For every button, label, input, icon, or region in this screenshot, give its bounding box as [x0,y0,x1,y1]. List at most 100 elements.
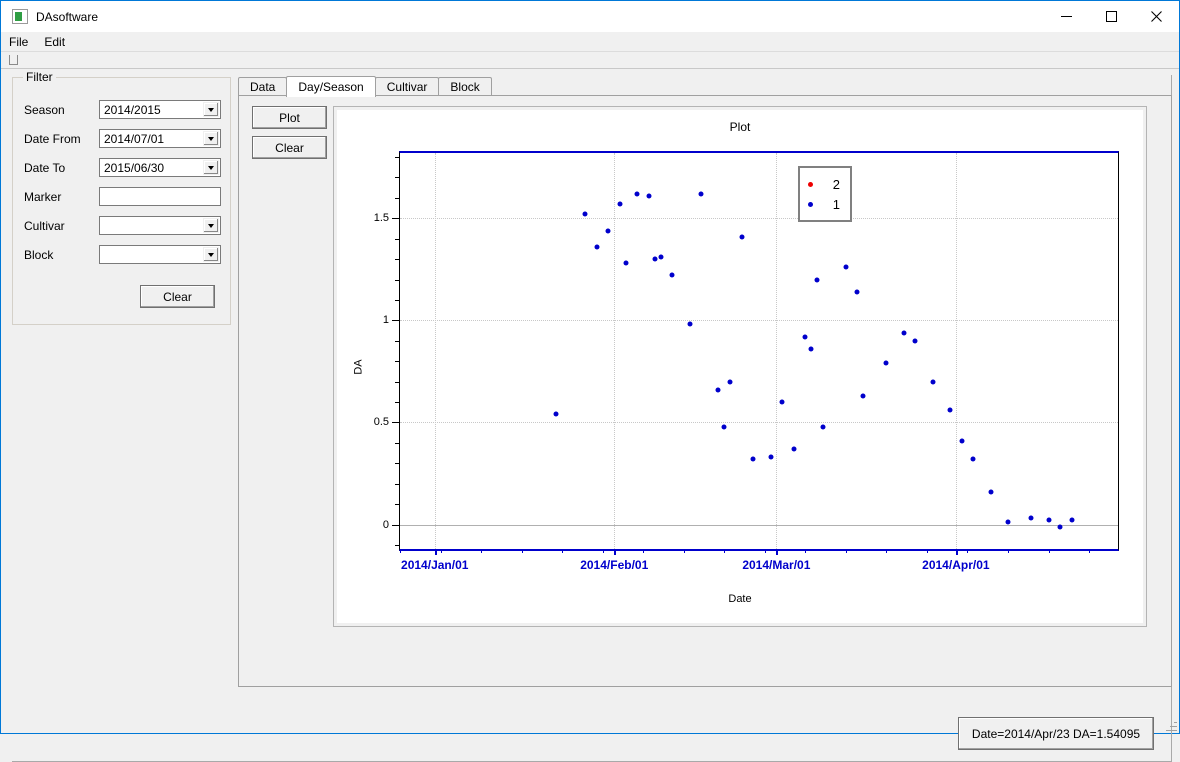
scatter-point[interactable] [1028,515,1034,521]
scatter-point[interactable] [843,264,849,270]
y-tick-label: 0.5 [373,416,389,429]
menu-item-edit[interactable]: Edit [36,33,73,51]
plot-button[interactable]: Plot [252,106,327,129]
scatter-point[interactable] [605,228,611,234]
date-from-combo[interactable]: 2014/07/01 [99,129,221,148]
scatter-point[interactable] [721,424,727,430]
scatter-point[interactable] [669,272,675,278]
scatter-point[interactable] [930,379,936,385]
y-gridline [400,422,1118,424]
title-bar: DAsoftware [1,1,1179,32]
plot-area[interactable]: 0 0.5 1 1.5 2014/Jan/01 2014/Feb/01 2014/Mar/0… [374,151,1119,572]
cultivar-combo[interactable] [99,216,221,235]
scatter-point[interactable] [988,489,994,495]
maximize-icon[interactable] [1089,1,1134,32]
tab-day-season[interactable]: Day/Season [286,76,376,97]
scatter-point[interactable] [947,407,953,413]
chart-clear-button[interactable]: Clear [252,136,327,159]
x-minor-tick [481,549,483,553]
scatter-point[interactable] [860,393,866,399]
scatter-point[interactable] [768,454,774,460]
filter-clear-button[interactable]: Clear [140,285,215,308]
scatter-point[interactable] [715,387,721,393]
scatter-point[interactable] [623,260,629,266]
filter-row-date-from: Date From 2014/07/01 [24,129,221,148]
scatter-point[interactable] [1005,519,1011,525]
scatter-point[interactable] [959,438,965,444]
scatter-point[interactable] [617,201,623,207]
scatter-point[interactable] [912,338,918,344]
tab-page-day-season: Plot Clear Plot DA Date 0 0.5 1 1.5 2014/Jan… [238,95,1172,687]
tab-cultivar[interactable]: Cultivar [374,77,440,96]
y-minor-tick [395,279,400,281]
scatter-point[interactable] [687,321,693,327]
scatter-point[interactable] [814,277,820,283]
filter-label-block: Block [24,247,54,262]
scatter-point[interactable] [779,399,785,405]
scatter-point[interactable] [808,346,814,352]
scatter-point[interactable] [646,193,652,199]
scatter-point[interactable] [582,211,588,217]
x-tick [434,549,437,555]
y-minor-tick [395,177,400,179]
window-controls [1044,1,1179,32]
filter-label-season: Season [24,102,65,117]
marker-input[interactable] [99,187,221,206]
chart-legend: 21 [797,166,852,223]
x-minor-tick [1007,549,1009,553]
filter-label-marker: Marker [24,189,62,204]
x-minor-tick [400,549,401,553]
chart-y-axis-title: DA [352,358,365,375]
tab-data[interactable]: Data [238,77,288,96]
y-minor-tick [395,442,400,444]
scatter-point[interactable] [553,411,559,417]
scatter-point[interactable] [594,244,600,250]
scatter-point[interactable] [658,254,664,260]
tab-block[interactable]: Block [438,77,492,96]
scatter-point[interactable] [1046,517,1052,523]
scatter-point[interactable] [883,360,889,366]
x-gridline [434,153,436,549]
app-body: Filter Season 2014/2015 Date From 2014/0… [1,69,1179,762]
y-minor-tick [395,544,400,546]
x-gridline [776,153,778,549]
scatter-point[interactable] [739,234,745,240]
scatter-point[interactable] [791,446,797,452]
season-combo[interactable]: 2014/2015 [99,100,221,119]
scatter-point[interactable] [1057,524,1063,530]
scatter-point[interactable] [820,424,826,430]
toolbar-grip-icon[interactable] [9,55,18,65]
scatter-point[interactable] [698,191,704,197]
scatter-point[interactable] [854,289,860,295]
menu-item-file[interactable]: File [1,33,36,51]
scatter-point[interactable] [901,330,907,336]
legend-label: 1 [832,196,840,212]
minimize-icon[interactable] [1044,1,1089,32]
chevron-down-icon[interactable] [203,160,219,175]
y-tick-label: 1.5 [373,212,389,225]
scatter-point[interactable] [727,379,733,385]
chevron-down-icon[interactable] [203,131,219,146]
chart-x-axis-title: Date [728,593,752,605]
y-tick [392,218,400,220]
scatter-point[interactable] [652,256,658,262]
chevron-down-icon[interactable] [203,218,219,233]
scatter-point[interactable] [1069,517,1075,523]
x-minor-tick [845,549,847,553]
scatter-point[interactable] [802,334,808,340]
scatter-point[interactable] [750,456,756,462]
chevron-down-icon[interactable] [203,247,219,262]
application-window: DAsoftware File Edit Filter Season 2014/… [0,0,1180,762]
scatter-point[interactable] [970,456,976,462]
x-tick-label: 2014/Mar/01 [742,558,811,572]
y-tick-label: 1 [382,314,389,327]
x-tick-label: 2014/Feb/01 [580,558,649,572]
tab-host: Data Day/Season Cultivar Block Plot Clea… [238,75,1172,687]
y-tick [392,422,400,424]
date-to-combo[interactable]: 2015/06/30 [99,158,221,177]
scatter-point[interactable] [634,191,640,197]
chevron-down-icon[interactable] [203,102,219,117]
close-icon[interactable] [1134,1,1179,32]
block-combo[interactable] [99,245,221,264]
resize-grip-icon[interactable] [1165,719,1177,731]
